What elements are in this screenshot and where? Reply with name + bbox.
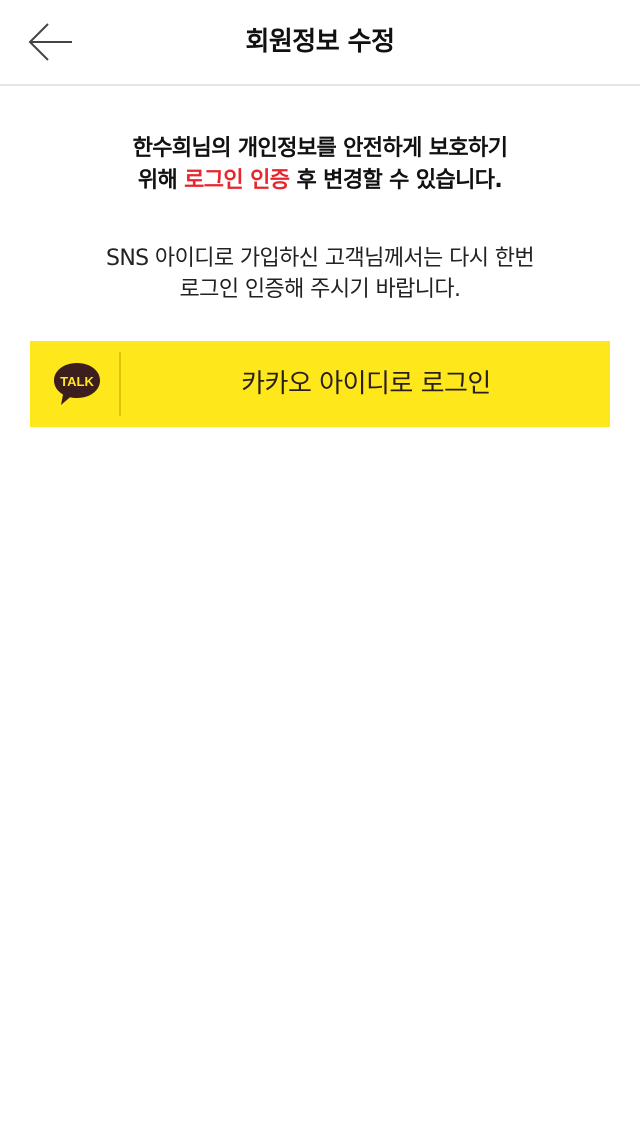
kakao-login-button[interactable]: TALK 카카오 아이디로 로그인 [30,341,610,427]
sns-notice: SNS 아이디로 가입하신 고객님께서는 다시 한번 로그인 인증해 주시기 바… [0,243,640,305]
intro-line-1: 한수희님의 개인정보를 안전하게 보호하기 [132,136,508,161]
kakao-login-label: 카카오 아이디로 로그인 [241,369,491,399]
app-header: 회원정보 수정 [0,0,640,86]
sns-notice-line-1: SNS 아이디로 가입하신 고객님께서는 다시 한번 [105,246,535,271]
intro-line-2-suffix: 후 변경할 수 있습니다. [289,168,503,193]
login-auth-highlight: 로그인 인증 [184,168,290,193]
sns-notice-line-2: 로그인 인증해 주시기 바랍니다. [179,277,462,302]
intro-message: 한수희님의 개인정보를 안전하게 보호하기 위해 로그인 인증 후 변경할 수 … [0,133,640,197]
kakao-logo-text: TALK [60,374,94,389]
page-title: 회원정보 수정 [245,27,395,57]
kakao-talk-icon: TALK [54,363,100,405]
intro-line-2: 위해 로그인 인증 후 변경할 수 있습니다. [0,165,640,197]
kakao-divider [119,352,121,416]
intro-line-2-prefix: 위해 [137,168,185,193]
